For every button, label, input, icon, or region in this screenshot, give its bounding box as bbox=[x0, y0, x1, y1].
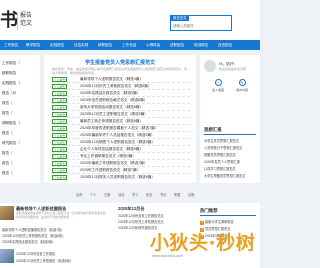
welcome-text: 欢迎来到品学资讯网 bbox=[219, 67, 247, 71]
rank-badge: 1 bbox=[200, 221, 204, 225]
avatar[interactable] bbox=[204, 60, 216, 72]
category-link[interactable]: 方案 bbox=[104, 192, 110, 197]
sidebar-link[interactable]: 2025年党员个人思想汇报 bbox=[204, 159, 240, 164]
article-link[interactable]: 2025年12月份自查工作报告 bbox=[16, 251, 55, 256]
list-item[interactable]: 个人报告 最新员工转正申请报告范文（精选8篇） bbox=[52, 118, 190, 125]
sidebar-link[interactable]: 大学生预备党员思想汇报范文 bbox=[204, 173, 245, 178]
nav-item-teaching-report[interactable]: 教学报告 bbox=[26, 40, 40, 50]
side-link[interactable]: 报告（ bbox=[2, 131, 13, 136]
list-item[interactable]: 个人报告 2025年工作述职报告范文（精选7篇） bbox=[52, 167, 190, 174]
button-label: 发布内容 bbox=[235, 88, 248, 92]
add-favorite-button[interactable]: + 加入收藏 bbox=[208, 79, 228, 92]
left-sidebar: 工作报告（ 辞职报告 实践报告（ 报告（6） 报告（ 报告（ 调研报告（ 报告（… bbox=[0, 55, 40, 183]
article-list-description: 精彩导读：现在，由品学资讯网小编为您推荐几篇有关学生报备党员入党思想汇报范文的优… bbox=[52, 67, 188, 75]
list-item[interactable]: 工作报告 2025年12月财务人员述职报告范文（精选6篇） bbox=[52, 174, 190, 181]
section-title: 思想汇报 bbox=[204, 127, 222, 132]
section-divider bbox=[200, 215, 256, 216]
nav-item-reflections[interactable]: 心得体会 bbox=[146, 40, 160, 50]
featured-title-2[interactable]: 2025年12月份 bbox=[118, 206, 145, 212]
category-link[interactable]: 节日 bbox=[160, 192, 166, 197]
logo-subtitle-line2: 范文 bbox=[20, 21, 33, 27]
watermark-logo-text: 小狄头·秒树 bbox=[150, 232, 256, 254]
watermark-overlay: 小狄头·秒树 www.xiaoditou.com bbox=[118, 228, 258, 262]
side-link[interactable]: 报告（ bbox=[2, 111, 13, 116]
featured-thumbnail[interactable] bbox=[0, 206, 14, 220]
side-link[interactable]: 报告（6） bbox=[2, 91, 18, 96]
nav-item-duty-report[interactable]: 述职报告 bbox=[170, 40, 184, 50]
category-tag: 工作报告 bbox=[52, 175, 68, 180]
hot-link-label: 最新大学生调研报告 bbox=[205, 220, 234, 224]
sidebar-link[interactable]: 大学生党员思想汇报范文 bbox=[204, 138, 239, 143]
button-label: 加入收藏 bbox=[211, 88, 224, 92]
list-item[interactable]: 个人报告 2025年年度的述职报告模板个人范文（精选7篇） bbox=[52, 125, 190, 132]
category-link[interactable]: 合同 bbox=[76, 192, 82, 197]
list-item[interactable]: 个人报告 最新领导个人述职报告范文（精选3篇） bbox=[52, 76, 190, 83]
featured-description: 述职述廉报告是领导干部向上级汇报自己在一定时期内履行职责和廉洁自律情况的书面报告… bbox=[16, 211, 106, 219]
edit-icon: ✎ bbox=[238, 79, 246, 86]
side-link[interactable]: 调研报告（ bbox=[2, 121, 20, 126]
logo-divider bbox=[17, 12, 18, 30]
article-link[interactable]: 2025年12月份员工考勤报告范文（精选6篇） bbox=[2, 233, 65, 238]
list-item[interactable]: 个人报告 2025年12月份员工考勤报告范文（精选6篇） bbox=[52, 83, 190, 90]
category-link[interactable]: 证明 bbox=[188, 192, 194, 197]
hot-link[interactable]: 1 最新大学生调研报告 bbox=[200, 219, 234, 225]
category-link[interactable]: 个人 bbox=[90, 192, 96, 197]
list-item[interactable]: 工作报告 2025年实践结业报告范文（精选5篇） bbox=[52, 90, 190, 97]
nav-item-lab-report[interactable]: 实验报告 bbox=[50, 40, 64, 50]
hot-section-title: 热门推荐 bbox=[200, 208, 218, 213]
category-link[interactable]: 条据 bbox=[174, 192, 180, 197]
search-box: 报告范文 bbox=[170, 15, 232, 31]
list-item[interactable]: 工作报告 2025年12月员工述职报告范文（精选5篇） bbox=[52, 111, 190, 118]
nav-item-social-practice[interactable]: 社会实践 bbox=[74, 40, 88, 50]
site-logo[interactable]: 书 bbox=[0, 12, 18, 30]
sidebar-link[interactable]: 认真学习思想汇报范文 bbox=[204, 166, 236, 171]
side-link[interactable]: 报告（ bbox=[2, 101, 13, 106]
nav-item-work-summary[interactable]: 工作总结 bbox=[122, 40, 136, 50]
main-nav: 工作报告 教学报告 实验报告 社会实践 辞职报告 工作总结 心得体会 述职报告 … bbox=[0, 40, 260, 50]
nav-item-resignation[interactable]: 辞职报告 bbox=[98, 40, 112, 50]
list-item[interactable]: 个人报告 宣传大学校园活动报告范文（精选8篇） bbox=[52, 104, 190, 111]
side-link[interactable]: 报告（ bbox=[2, 161, 13, 166]
section-divider bbox=[204, 134, 256, 135]
article-link[interactable]: 2025年12月份员工考勤报告范文 bbox=[118, 219, 164, 224]
list-item[interactable]: 工作报告 2025年12月销售个人述职报告范文（精选9篇） bbox=[52, 139, 190, 146]
category-link[interactable]: 活动 bbox=[118, 192, 124, 197]
side-link[interactable]: 报告（ bbox=[2, 151, 13, 156]
nav-item-work-report[interactable]: 工作报告 bbox=[4, 40, 18, 50]
category-link-bar: 合同 个人 方案 活动 学习 安全 节日 条据 证明 bbox=[0, 192, 260, 200]
nav-item-training-report[interactable]: 培训报告 bbox=[194, 40, 208, 50]
category-link[interactable]: 安全 bbox=[146, 192, 152, 197]
sidebar-link[interactable]: 入党积极分子思想汇报范文 bbox=[204, 145, 242, 150]
search-input[interactable] bbox=[173, 23, 229, 29]
featured-thumbnail-2[interactable] bbox=[0, 249, 14, 263]
right-sidebar: Hi，您好！ 欢迎来到品学资讯网 + 加入收藏 ✎ 发布内容 思想汇报 大学生党… bbox=[200, 55, 260, 183]
nav-item-self-inspection[interactable]: 自查报告 bbox=[218, 40, 232, 50]
article-link[interactable]: 最新领导个人述职述廉报告范文（精选7篇） bbox=[2, 227, 64, 232]
plus-icon: + bbox=[214, 79, 222, 86]
list-item[interactable]: 个人报告 企业个人年终总结报告范文（精选9篇） bbox=[52, 146, 190, 153]
side-link[interactable]: 报告（ bbox=[2, 171, 13, 176]
publish-button[interactable]: ✎ 发布内容 bbox=[232, 79, 252, 92]
side-link[interactable]: 研究报告（ bbox=[2, 141, 20, 146]
top-bar: 书 报告 范文 报告范文 bbox=[0, 0, 260, 40]
list-item[interactable]: 个人报告 专业工作调研报告范文（精选4篇） bbox=[52, 153, 190, 160]
sidebar-link[interactable]: 预备党员思想汇报范文 bbox=[204, 152, 236, 157]
category-link[interactable]: 学习 bbox=[132, 192, 138, 197]
list-item[interactable]: 个人报告 2025年全员述职报告格式范文（精选8篇） bbox=[52, 97, 190, 104]
search-category-tab[interactable]: 报告范文 bbox=[171, 15, 189, 21]
side-link[interactable]: 实践报告（ bbox=[2, 81, 20, 86]
watermark-url: www.xiaoditou.com bbox=[152, 254, 183, 258]
list-item[interactable]: 个人报告 2025年最新年终个人总结报告范文（精选5篇） bbox=[52, 132, 190, 139]
article-link[interactable]: 2025年12月份员工考勤报告（精选6篇） bbox=[16, 258, 73, 263]
list-item[interactable]: 工作报告 2025年最新工作述职报告范文（精选7篇） bbox=[52, 160, 190, 167]
logo-subtitle-line1: 报告 bbox=[20, 13, 33, 19]
article-list-title[interactable]: 学生报备党员入党思想汇报范文 bbox=[44, 59, 196, 66]
article-link[interactable]: 2025年实践结业报告范文（精选5篇） bbox=[2, 239, 56, 244]
side-link[interactable]: 辞职报告 bbox=[2, 71, 16, 76]
article-link[interactable]: 2025年12月份自查工作报告范文 bbox=[118, 213, 164, 218]
list-item-title[interactable]: 2025年12月财务人员述职报告范文（精选6篇） bbox=[80, 174, 155, 181]
article-list-panel: 学生报备党员入党思想汇报范文 精彩导读：现在，由品学资讯网小编为您推荐几篇有关学… bbox=[44, 55, 196, 183]
side-link[interactable]: 工作报告（ bbox=[2, 61, 20, 66]
